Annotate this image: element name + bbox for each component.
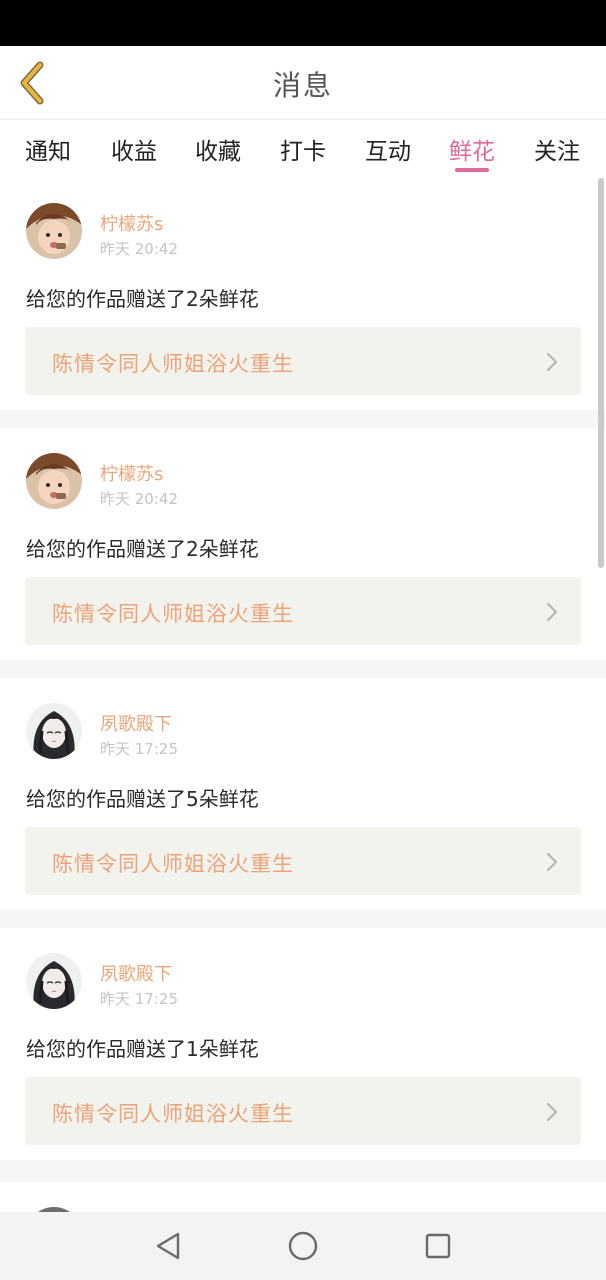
work-title: 陈情令同人师姐浴火重生: [52, 1102, 294, 1126]
work-link[interactable]: 陈情令同人师姐浴火重生: [25, 327, 581, 395]
chevron-right-icon: [546, 1102, 558, 1122]
username[interactable]: 夙歌殿下: [100, 960, 172, 986]
tab-follow[interactable]: 关注: [515, 132, 599, 166]
scrollbar[interactable]: [598, 178, 604, 568]
work-title: 陈情令同人师姐浴火重生: [52, 852, 294, 876]
username[interactable]: 柠檬苏s: [100, 460, 163, 486]
username[interactable]: 夙歌殿下: [100, 710, 172, 736]
triangle-back-icon: [156, 1232, 180, 1260]
message-text: 给您的作品赠送了2朵鲜花: [26, 537, 259, 561]
tab-label: 关注: [534, 139, 580, 165]
work-title: 陈情令同人师姐浴火重生: [52, 352, 294, 376]
active-tab-indicator: [455, 168, 489, 172]
avatar[interactable]: [26, 203, 82, 259]
nav-recents-button[interactable]: [416, 1226, 460, 1266]
message-card-partial: [0, 1182, 606, 1212]
message-card: 柠檬苏s 昨天 20:42 给您的作品赠送了2朵鲜花 陈情令同人师姐浴火重生: [0, 428, 606, 660]
work-link[interactable]: 陈情令同人师姐浴火重生: [25, 577, 581, 645]
avatar[interactable]: [26, 453, 82, 509]
message-card: 柠檬苏s 昨天 20:42 给您的作品赠送了2朵鲜花 陈情令同人师姐浴火重生: [0, 178, 606, 410]
chevron-right-icon: [546, 602, 558, 622]
chevron-right-icon: [546, 852, 558, 872]
page-title: 消息: [272, 69, 333, 102]
tab-favorites[interactable]: 收藏: [176, 132, 260, 166]
message-text: 给您的作品赠送了5朵鲜花: [26, 787, 259, 811]
timestamp: 昨天 17:25: [100, 990, 178, 1008]
tab-label: 收藏: [195, 139, 241, 165]
message-text: 给您的作品赠送了1朵鲜花: [26, 1037, 259, 1061]
timestamp: 昨天 20:42: [100, 490, 178, 508]
avatar[interactable]: [26, 953, 82, 1009]
nav-back-button[interactable]: [146, 1226, 190, 1266]
system-nav-bar: [0, 1212, 606, 1280]
message-card: 夙歌殿下 昨天 17:25 给您的作品赠送了5朵鲜花 陈情令同人师姐浴火重生: [0, 678, 606, 910]
circle-home-icon: [288, 1231, 318, 1261]
tab-bar: 通知 收益 收藏 1 打卡 互动 鲜花 关注: [0, 120, 606, 257]
tab-notification[interactable]: 通知: [6, 132, 90, 166]
work-link[interactable]: 陈情令同人师姐浴火重生: [25, 827, 581, 895]
header: 消息: [0, 46, 606, 120]
tab-label: 互动: [365, 139, 411, 165]
avatar[interactable]: [26, 703, 82, 759]
tab-checkin[interactable]: 打卡: [261, 132, 345, 166]
username[interactable]: 柠檬苏s: [100, 210, 163, 236]
tab-label: 鲜花: [449, 139, 495, 165]
message-card: 夙歌殿下 昨天 17:25 给您的作品赠送了1朵鲜花 陈情令同人师姐浴火重生: [0, 928, 606, 1160]
message-text: 给您的作品赠送了2朵鲜花: [26, 287, 259, 311]
work-link[interactable]: 陈情令同人师姐浴火重生: [25, 1077, 581, 1145]
tab-label: 收益: [111, 139, 157, 165]
chevron-right-icon: [546, 352, 558, 372]
tab-label: 打卡: [280, 139, 326, 165]
status-bar: [0, 0, 606, 46]
nav-home-button[interactable]: [281, 1226, 325, 1266]
tab-label: 通知: [25, 139, 71, 165]
timestamp: 昨天 20:42: [100, 240, 178, 258]
tab-interaction[interactable]: 互动: [346, 132, 430, 166]
tab-flowers[interactable]: 鲜花: [430, 132, 514, 166]
message-list[interactable]: 柠檬苏s 昨天 20:42 给您的作品赠送了2朵鲜花 陈情令同人师姐浴火重生 柠…: [0, 178, 606, 1212]
timestamp: 昨天 17:25: [100, 740, 178, 758]
work-title: 陈情令同人师姐浴火重生: [52, 602, 294, 626]
tab-earnings[interactable]: 收益: [92, 132, 176, 166]
square-recents-icon: [425, 1233, 451, 1259]
